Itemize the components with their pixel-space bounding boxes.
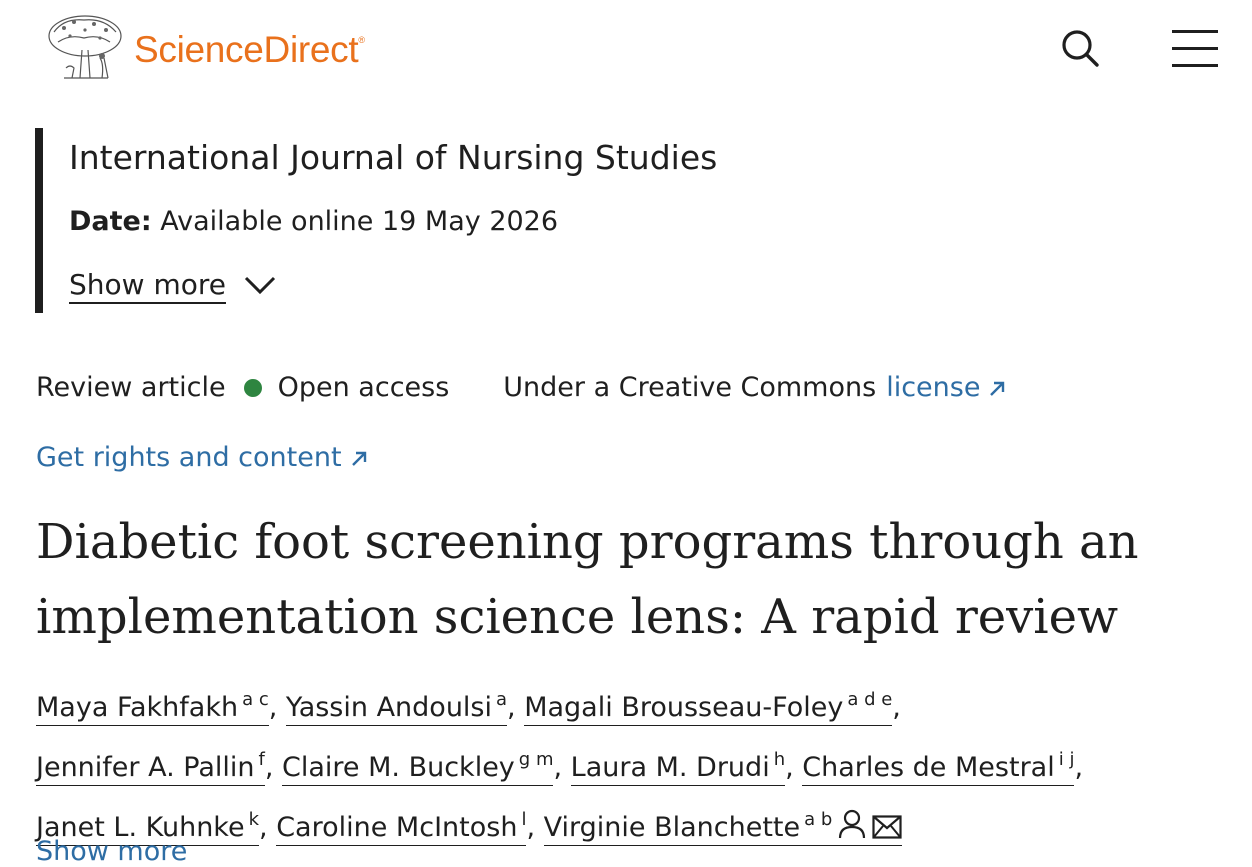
author-link[interactable]: Charles de Mestral i j — [802, 749, 1075, 786]
corresponding-author-link[interactable]: Virginie Blanchette a b — [543, 809, 903, 846]
journal-title[interactable]: International Journal of Nursing Studies — [69, 138, 717, 177]
article-type: Review article — [36, 372, 226, 403]
article-meta: Review article Open access Under a Creat… — [36, 372, 1006, 403]
author-link[interactable]: Jennifer A. Pallin f — [36, 749, 265, 786]
brand-name: ScienceDirect® — [134, 29, 365, 70]
author-link[interactable]: Magali Brousseau-Foley a d e — [524, 689, 893, 726]
search-icon — [1062, 30, 1099, 67]
author-link[interactable]: Laura M. Drudi h — [570, 749, 786, 786]
get-rights-link[interactable]: Get rights and content — [36, 442, 368, 473]
show-more-label: Show more — [69, 268, 226, 301]
publication-date: Date: Available online 19 May 2026 — [69, 206, 558, 237]
external-link-arrow-icon — [351, 451, 366, 466]
menu-button[interactable] — [1170, 28, 1222, 70]
get-rights-label: Get rights and content — [36, 442, 342, 473]
chevron-down-icon — [244, 276, 276, 294]
date-value: Available online 19 May 2026 — [160, 206, 559, 237]
site-header: ScienceDirect® — [0, 0, 1252, 100]
article-title: Diabetic foot screening programs through… — [36, 505, 1216, 655]
show-more-publication-button[interactable]: Show more — [69, 268, 276, 301]
article-title-line-1: Diabetic foot screening programs through… — [36, 514, 1139, 570]
sciencedirect-logo[interactable]: ScienceDirect® — [44, 12, 365, 84]
publication-info: International Journal of Nursing Studies… — [35, 128, 935, 313]
license-prefix: Under a Creative Commons — [503, 372, 877, 403]
author-link[interactable]: Maya Fakhfakh a c — [36, 689, 269, 726]
license-link-label: license — [886, 372, 981, 403]
license-link[interactable]: license — [886, 372, 1006, 403]
search-button[interactable] — [1060, 28, 1102, 70]
author-list: Maya Fakhfakh a c, Yassin Andoulsi a, Maga… — [36, 674, 1236, 854]
show-more-authors-label: Show more — [36, 836, 188, 867]
external-link-arrow-icon — [990, 381, 1005, 396]
mail-envelope-icon — [872, 815, 902, 839]
article-title-line-2: implementation science lens: A rapid rev… — [36, 589, 1119, 645]
author-link[interactable]: Caroline McIntosh l — [276, 809, 527, 846]
author-link[interactable]: Yassin Andoulsi a — [285, 689, 508, 726]
hamburger-menu-icon — [1172, 30, 1218, 67]
show-more-authors-button[interactable]: Show more — [36, 836, 187, 867]
person-icon — [839, 809, 866, 839]
author-link[interactable]: Claire M. Buckley g m — [282, 749, 554, 786]
open-access-label: Open access — [277, 372, 450, 403]
elsevier-tree-icon — [48, 15, 122, 79]
open-access-dot-icon — [243, 378, 262, 397]
date-label: Date: — [69, 206, 152, 237]
